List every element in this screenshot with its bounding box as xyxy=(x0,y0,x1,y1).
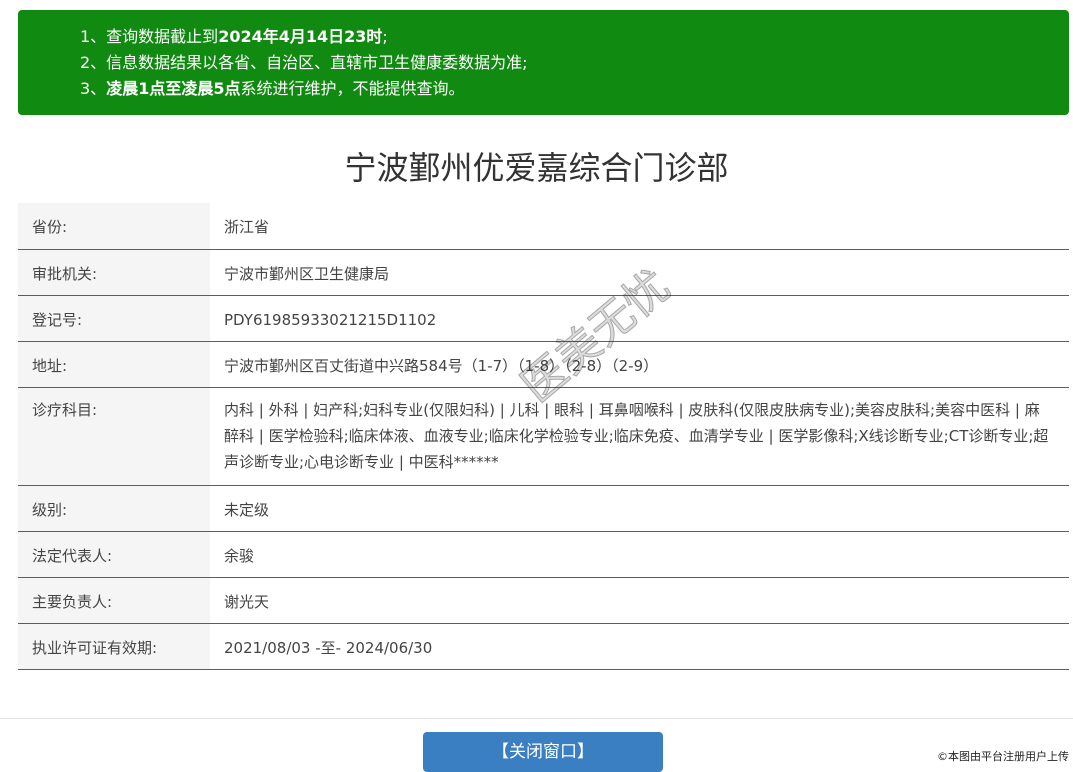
table-row: 登记号: PDY61985933021215D1102 xyxy=(18,295,1069,341)
notice-banner: 1、查询数据截止到2024年4月14日23时; 2、信息数据结果以各省、自治区、… xyxy=(18,10,1069,115)
table-row: 执业许可证有效期: 2021/08/03 -至- 2024/06/30 xyxy=(18,623,1069,669)
table-row: 审批机关: 宁波市鄞州区卫生健康局 xyxy=(18,249,1069,295)
clinic-info-table: 省份: 浙江省 审批机关: 宁波市鄞州区卫生健康局 登记号: PDY619859… xyxy=(18,203,1069,670)
row-label: 地址: xyxy=(18,341,210,387)
notice-line-2: 2、信息数据结果以各省、自治区、直辖市卫生健康委数据为准; xyxy=(80,53,528,72)
row-label: 法定代表人: xyxy=(18,531,210,577)
row-value: 内科 | 外科 | 妇产科;妇科专业(仅限妇科) | 儿科 | 眼科 | 耳鼻咽… xyxy=(224,400,1049,471)
table-row: 法定代表人: 余骏 xyxy=(18,531,1069,577)
row-value: 2021/08/03 -至- 2024/06/30 xyxy=(224,638,433,657)
table-row: 地址: 宁波市鄞州区百丈街道中兴路584号（1-7）（1-8）（2-8）（2-9… xyxy=(18,341,1069,387)
row-label: 主要负责人: xyxy=(18,577,210,623)
row-label: 登记号: xyxy=(18,295,210,341)
row-value: PDY61985933021215D1102 xyxy=(224,310,437,329)
page-title: 宁波鄞州优爱嘉综合门诊部 xyxy=(344,149,729,187)
close-window-button[interactable]: 【关闭窗口】 xyxy=(423,732,663,772)
row-value: 余骏 xyxy=(224,546,255,565)
row-label: 审批机关: xyxy=(18,249,210,295)
table-row: 诊疗科目: 内科 | 外科 | 妇产科;妇科专业(仅限妇科) | 儿科 | 眼科… xyxy=(18,387,1069,485)
row-value: 浙江省 xyxy=(224,218,270,236)
table-row: 省份: 浙江省 xyxy=(18,203,1069,249)
footer-divider xyxy=(0,718,1073,719)
row-label: 诊疗科目: xyxy=(18,387,210,485)
row-value: 宁波市鄞州区卫生健康局 xyxy=(224,264,390,283)
copyright-notice: ©本图由平台注册用户上传 xyxy=(937,750,1069,763)
table-row: 主要负责人: 谢光天 xyxy=(18,577,1069,623)
row-value: 谢光天 xyxy=(224,592,270,611)
row-label: 级别: xyxy=(18,485,210,531)
row-label: 执业许可证有效期: xyxy=(18,623,210,669)
row-label: 省份: xyxy=(18,203,210,249)
table-row: 级别: 未定级 xyxy=(18,485,1069,531)
row-value: 未定级 xyxy=(224,500,270,519)
notice-line-1: 1、查询数据截止到2024年4月14日23时; xyxy=(80,27,388,46)
notice-line-3: 3、凌晨1点至凌晨5点系统进行维护，不能提供查询。 xyxy=(80,79,465,98)
row-value: 宁波市鄞州区百丈街道中兴路584号（1-7）（1-8）（2-8）（2-9） xyxy=(224,356,659,375)
